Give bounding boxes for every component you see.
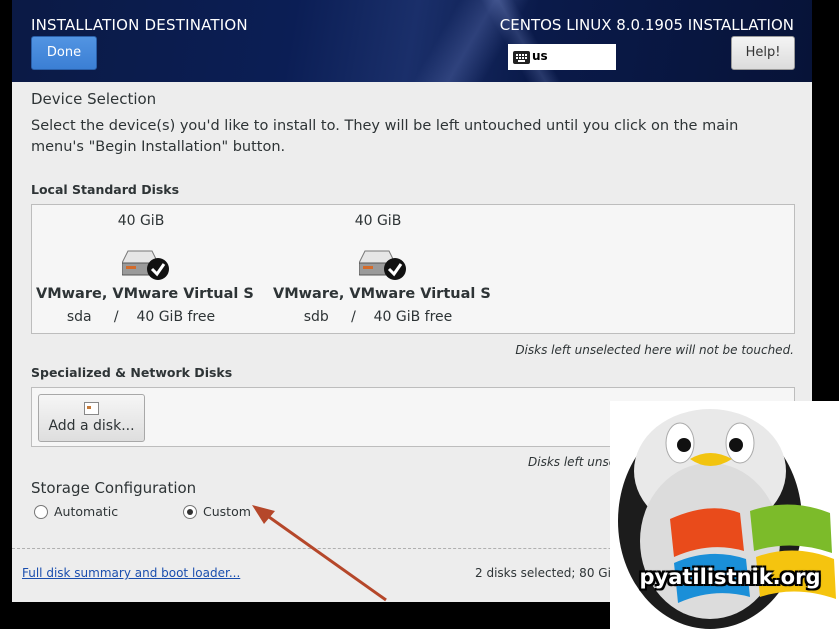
penguin-logo-icon xyxy=(618,409,836,629)
watermark-logo: pyatilistnik.org xyxy=(610,401,839,629)
watermark-text: pyatilistnik.org xyxy=(639,565,821,589)
